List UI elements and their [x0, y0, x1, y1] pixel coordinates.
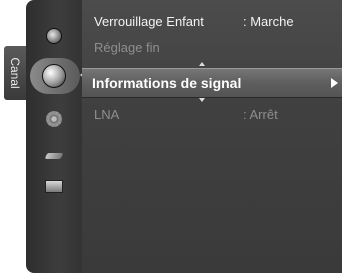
setup-icon[interactable] — [46, 111, 62, 127]
menu-item-signal-info[interactable]: Informations de signal — [82, 68, 342, 98]
menu-item-label: Informations de signal — [92, 75, 242, 91]
down-arrow-icon — [199, 98, 205, 102]
chevron-right-icon — [331, 78, 338, 88]
input-icon[interactable] — [46, 151, 62, 161]
category-tab-label: Canal — [8, 57, 22, 89]
menu-item-value: : Arrêt — [243, 107, 278, 122]
application-icon[interactable] — [45, 180, 63, 193]
up-arrow-icon — [199, 62, 205, 66]
menu-item-label: LNA — [94, 107, 120, 122]
menu-item-value: : Marche — [243, 14, 294, 29]
menu-item-label: Réglage fin — [94, 40, 160, 55]
picture-icon[interactable] — [46, 28, 62, 44]
channel-icon[interactable] — [42, 64, 66, 88]
menu-icon-column — [26, 0, 86, 273]
menu-item-label: Verrouillage Enfant — [94, 14, 204, 29]
tv-menu-screen: Canal Verrouillage Enfant : Marche Régla… — [0, 0, 342, 273]
category-tab[interactable]: Canal — [4, 46, 26, 100]
menu-panel: Verrouillage Enfant : Marche Réglage fin… — [82, 0, 342, 273]
